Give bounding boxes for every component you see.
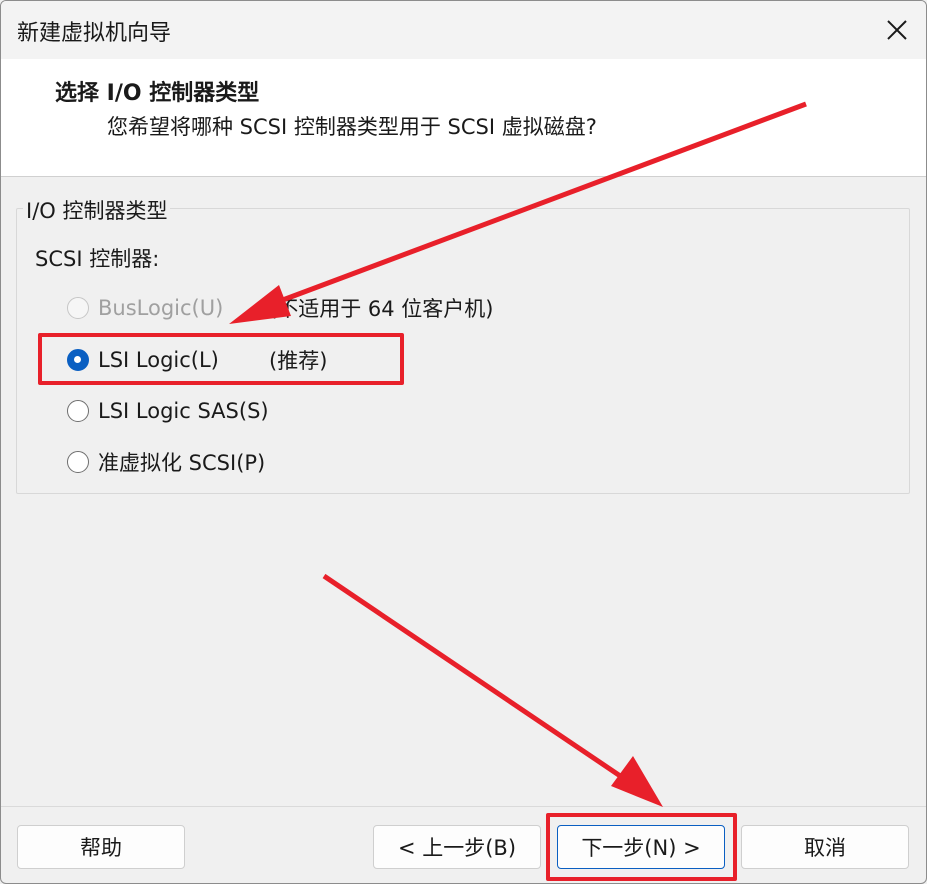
close-icon [887, 20, 907, 40]
cancel-button[interactable]: 取消 [741, 825, 909, 869]
back-button[interactable]: < 上一步(B) [373, 825, 541, 869]
radio-button-buslogic[interactable] [67, 297, 89, 319]
radio-pvscsi[interactable]: 准虚拟化 SCSI(P) [67, 446, 265, 478]
radio-button-lsi-logic-sas[interactable] [67, 400, 89, 422]
radio-label-lsi-logic-sas: LSI Logic SAS(S) [98, 399, 269, 423]
radio-button-pvscsi[interactable] [67, 451, 89, 473]
buslogic-note: (不适用于 64 位客户机) [269, 297, 494, 321]
page-title: 选择 I/O 控制器类型 [55, 81, 260, 106]
highlight-box-lsi-logic [38, 333, 404, 385]
radio-lsi-logic-sas[interactable]: LSI Logic SAS(S) [67, 395, 269, 427]
radio-buslogic[interactable]: BusLogic(U) [67, 292, 223, 324]
help-button[interactable]: 帮助 [17, 825, 185, 869]
arrow-to-next-button [322, 573, 663, 807]
window-title: 新建虚拟机向导 [17, 21, 172, 46]
group-legend: I/O 控制器类型 [23, 195, 171, 225]
close-button[interactable] [868, 1, 926, 59]
wizard-header: 选择 I/O 控制器类型 您希望将哪种 SCSI 控制器类型用于 SCSI 虚拟… [1, 59, 926, 177]
dialog-window: 新建虚拟机向导 选择 I/O 控制器类型 您希望将哪种 SCSI 控制器类型用于… [0, 0, 927, 884]
highlight-box-next [546, 813, 737, 881]
radio-label-buslogic: BusLogic(U) [98, 296, 224, 320]
radio-label-pvscsi: 准虚拟化 SCSI(P) [98, 451, 266, 475]
page-subtitle: 您希望将哪种 SCSI 控制器类型用于 SCSI 虚拟磁盘? [107, 115, 597, 139]
title-bar: 新建虚拟机向导 [1, 1, 926, 59]
footer-divider [1, 806, 926, 807]
scsi-controller-label: SCSI 控制器: [35, 247, 160, 271]
